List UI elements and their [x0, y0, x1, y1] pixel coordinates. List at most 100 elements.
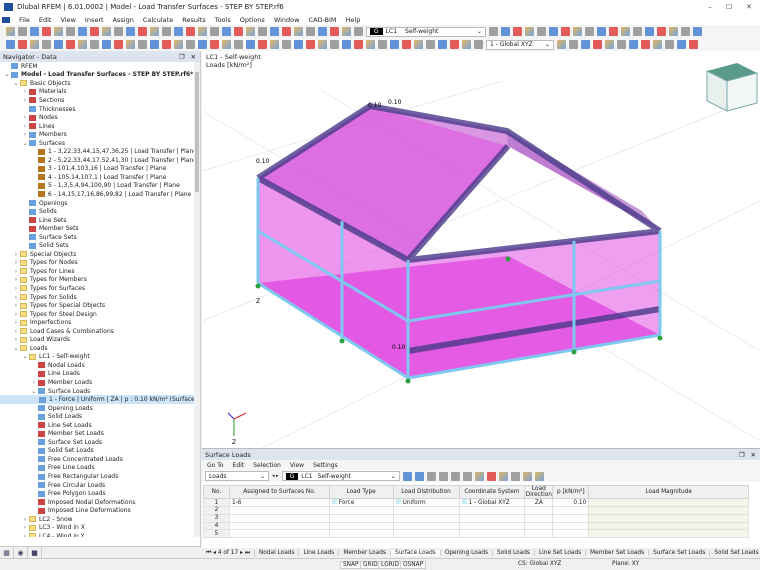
- tree-item[interactable]: Imposed Line Deformations: [0, 506, 200, 515]
- toolbar-button-icon[interactable]: [198, 40, 207, 49]
- chevron-right-icon[interactable]: ›: [21, 123, 29, 130]
- tree-item[interactable]: Nodal Loads: [0, 361, 200, 370]
- toolbar-button-icon[interactable]: [366, 40, 375, 49]
- tree-item[interactable]: › Types for Lines: [0, 267, 200, 276]
- toolbar-button-icon[interactable]: [581, 40, 590, 49]
- table-type-select[interactable]: Loads ⌄: [205, 471, 269, 481]
- tree-item[interactable]: Free Line Loads: [0, 464, 200, 473]
- tree-item[interactable]: › Nodes: [0, 113, 200, 122]
- cell-surfaces[interactable]: [228, 529, 330, 539]
- cell-no[interactable]: 4: [203, 521, 230, 531]
- toolbar-button-icon[interactable]: [462, 40, 471, 49]
- tree-item[interactable]: 1 - 3,22,33,44,15,47,36,25 | Load Transf…: [0, 147, 200, 156]
- close-button[interactable]: ✕: [746, 3, 752, 11]
- toolbar-button-icon[interactable]: [162, 40, 171, 49]
- chevron-right-icon[interactable]: ›: [12, 294, 20, 301]
- tree-item[interactable]: › Types for Surfaces: [0, 284, 200, 293]
- table-row[interactable]: 5: [203, 529, 749, 539]
- cell-dir[interactable]: [524, 513, 554, 523]
- toolbar-button-icon[interactable]: [150, 27, 159, 36]
- toolbar-button-icon[interactable]: [617, 40, 626, 49]
- close-panel-icon[interactable]: ✕: [751, 451, 756, 459]
- toolbar-button-icon[interactable]: [246, 40, 255, 49]
- tree-item[interactable]: 3 - 101,4,103,16 | Load Transfer | Plane: [0, 165, 200, 174]
- toolbar-button-icon[interactable]: [42, 27, 51, 36]
- toolbar-button-icon[interactable]: [210, 40, 219, 49]
- cell-cs[interactable]: [458, 529, 526, 539]
- chevron-right-icon[interactable]: ›: [30, 379, 38, 386]
- cell-dist[interactable]: [392, 529, 460, 539]
- chevron-right-icon[interactable]: ›: [21, 524, 29, 531]
- chevron-right-icon[interactable]: ›: [12, 251, 20, 258]
- toolbar-button-icon[interactable]: [657, 27, 666, 36]
- display-tab-icon[interactable]: ◉: [14, 547, 28, 558]
- toolbar-button-icon[interactable]: [114, 40, 123, 49]
- table-row[interactable]: 4: [203, 521, 749, 531]
- toolbar-button-icon[interactable]: [653, 40, 662, 49]
- tree-item[interactable]: ⌄ Model - Load Transfer Surfaces - STEP B…: [0, 71, 200, 80]
- toolbar-button-icon[interactable]: [210, 27, 219, 36]
- toolbar-button-icon[interactable]: [294, 40, 303, 49]
- menu-results[interactable]: Results: [182, 16, 205, 24]
- coordinate-system-select[interactable]: 1 - Global XYZ ⌄: [486, 39, 554, 50]
- toolbar-button-icon[interactable]: [30, 40, 39, 49]
- tree-item[interactable]: ⌄ LC1 - Self-weight: [0, 353, 200, 362]
- toolbar-button-icon[interactable]: [414, 40, 423, 49]
- chevron-right-icon[interactable]: ›: [21, 131, 29, 138]
- toolbar-button-icon[interactable]: [6, 27, 15, 36]
- toolbar-button-icon[interactable]: [234, 27, 243, 36]
- toolbar-button-icon[interactable]: [222, 27, 231, 36]
- toolbar-button-icon[interactable]: [54, 27, 63, 36]
- tab-nodal-loads[interactable]: Nodal Loads: [255, 550, 300, 556]
- chevron-down-icon[interactable]: ⌄: [12, 345, 20, 352]
- chevron-right-icon[interactable]: ›: [12, 276, 20, 283]
- chevron-right-icon[interactable]: ›: [21, 88, 29, 95]
- tree-item[interactable]: Line Set Loads: [0, 421, 200, 430]
- tree-item[interactable]: Surface Sets: [0, 233, 200, 242]
- toolbar-button-icon[interactable]: [585, 27, 594, 36]
- toolbar-button-icon[interactable]: [645, 27, 654, 36]
- toolbar-button-icon[interactable]: [294, 27, 303, 36]
- toolbar-button-icon[interactable]: [198, 27, 207, 36]
- tree-item[interactable]: › Types for Nodes: [0, 259, 200, 268]
- cell-type[interactable]: [328, 529, 394, 539]
- cell-type[interactable]: [328, 506, 394, 515]
- toolbar-button-icon[interactable]: [270, 27, 279, 36]
- tab-member-loads[interactable]: Member Loads: [339, 550, 391, 556]
- toolbar-button-icon[interactable]: [513, 27, 522, 36]
- toolbar-button-icon[interactable]: [693, 27, 702, 36]
- cell-cs[interactable]: [458, 513, 526, 523]
- toolbar-button-icon[interactable]: [450, 40, 459, 49]
- toolbar-button-icon[interactable]: [689, 40, 698, 49]
- column-header[interactable]: p [kN/m²]: [552, 485, 590, 499]
- views-tab-icon[interactable]: ■: [28, 547, 42, 558]
- tree-item[interactable]: ⌄ Basic Objects: [0, 79, 200, 88]
- toolbar-button-icon[interactable]: [102, 27, 111, 36]
- toolbar-button-icon[interactable]: [126, 40, 135, 49]
- tree-item[interactable]: Surface Set Loads: [0, 438, 200, 447]
- chevron-right-icon[interactable]: ›: [12, 268, 20, 275]
- cell-dist[interactable]: Uniform: [392, 498, 460, 507]
- chevron-right-icon[interactable]: ›: [12, 319, 20, 326]
- undock-icon[interactable]: ❐: [179, 53, 185, 61]
- toolbar-button-icon[interactable]: [174, 40, 183, 49]
- toolbar-button-icon[interactable]: [669, 27, 678, 36]
- toolbar-button-icon[interactable]: [597, 27, 606, 36]
- toolbar-button-icon[interactable]: [354, 40, 363, 49]
- column-header[interactable]: No.: [203, 485, 230, 499]
- toolbar-button-icon[interactable]: [629, 40, 638, 49]
- toolbar-button-icon[interactable]: [605, 40, 614, 49]
- tree-item[interactable]: Free Rectangular Loads: [0, 472, 200, 481]
- chevron-down-icon[interactable]: ⌄: [30, 388, 38, 395]
- toolbar-button-icon[interactable]: [282, 40, 291, 49]
- toolbar-button-icon[interactable]: [438, 40, 447, 49]
- toolbar-button-icon[interactable]: [162, 27, 171, 36]
- toolbar-button-icon[interactable]: [593, 40, 602, 49]
- tab-surface-loads[interactable]: Surface Loads: [390, 550, 441, 556]
- table-menu-edit[interactable]: Edit: [233, 462, 245, 469]
- tree-item[interactable]: Free Concentrated Loads: [0, 455, 200, 464]
- menu-tools[interactable]: Tools: [215, 16, 231, 24]
- tree-item[interactable]: › Materials: [0, 88, 200, 97]
- cell-dir[interactable]: [524, 521, 554, 531]
- tree-item[interactable]: Solid Loads: [0, 412, 200, 421]
